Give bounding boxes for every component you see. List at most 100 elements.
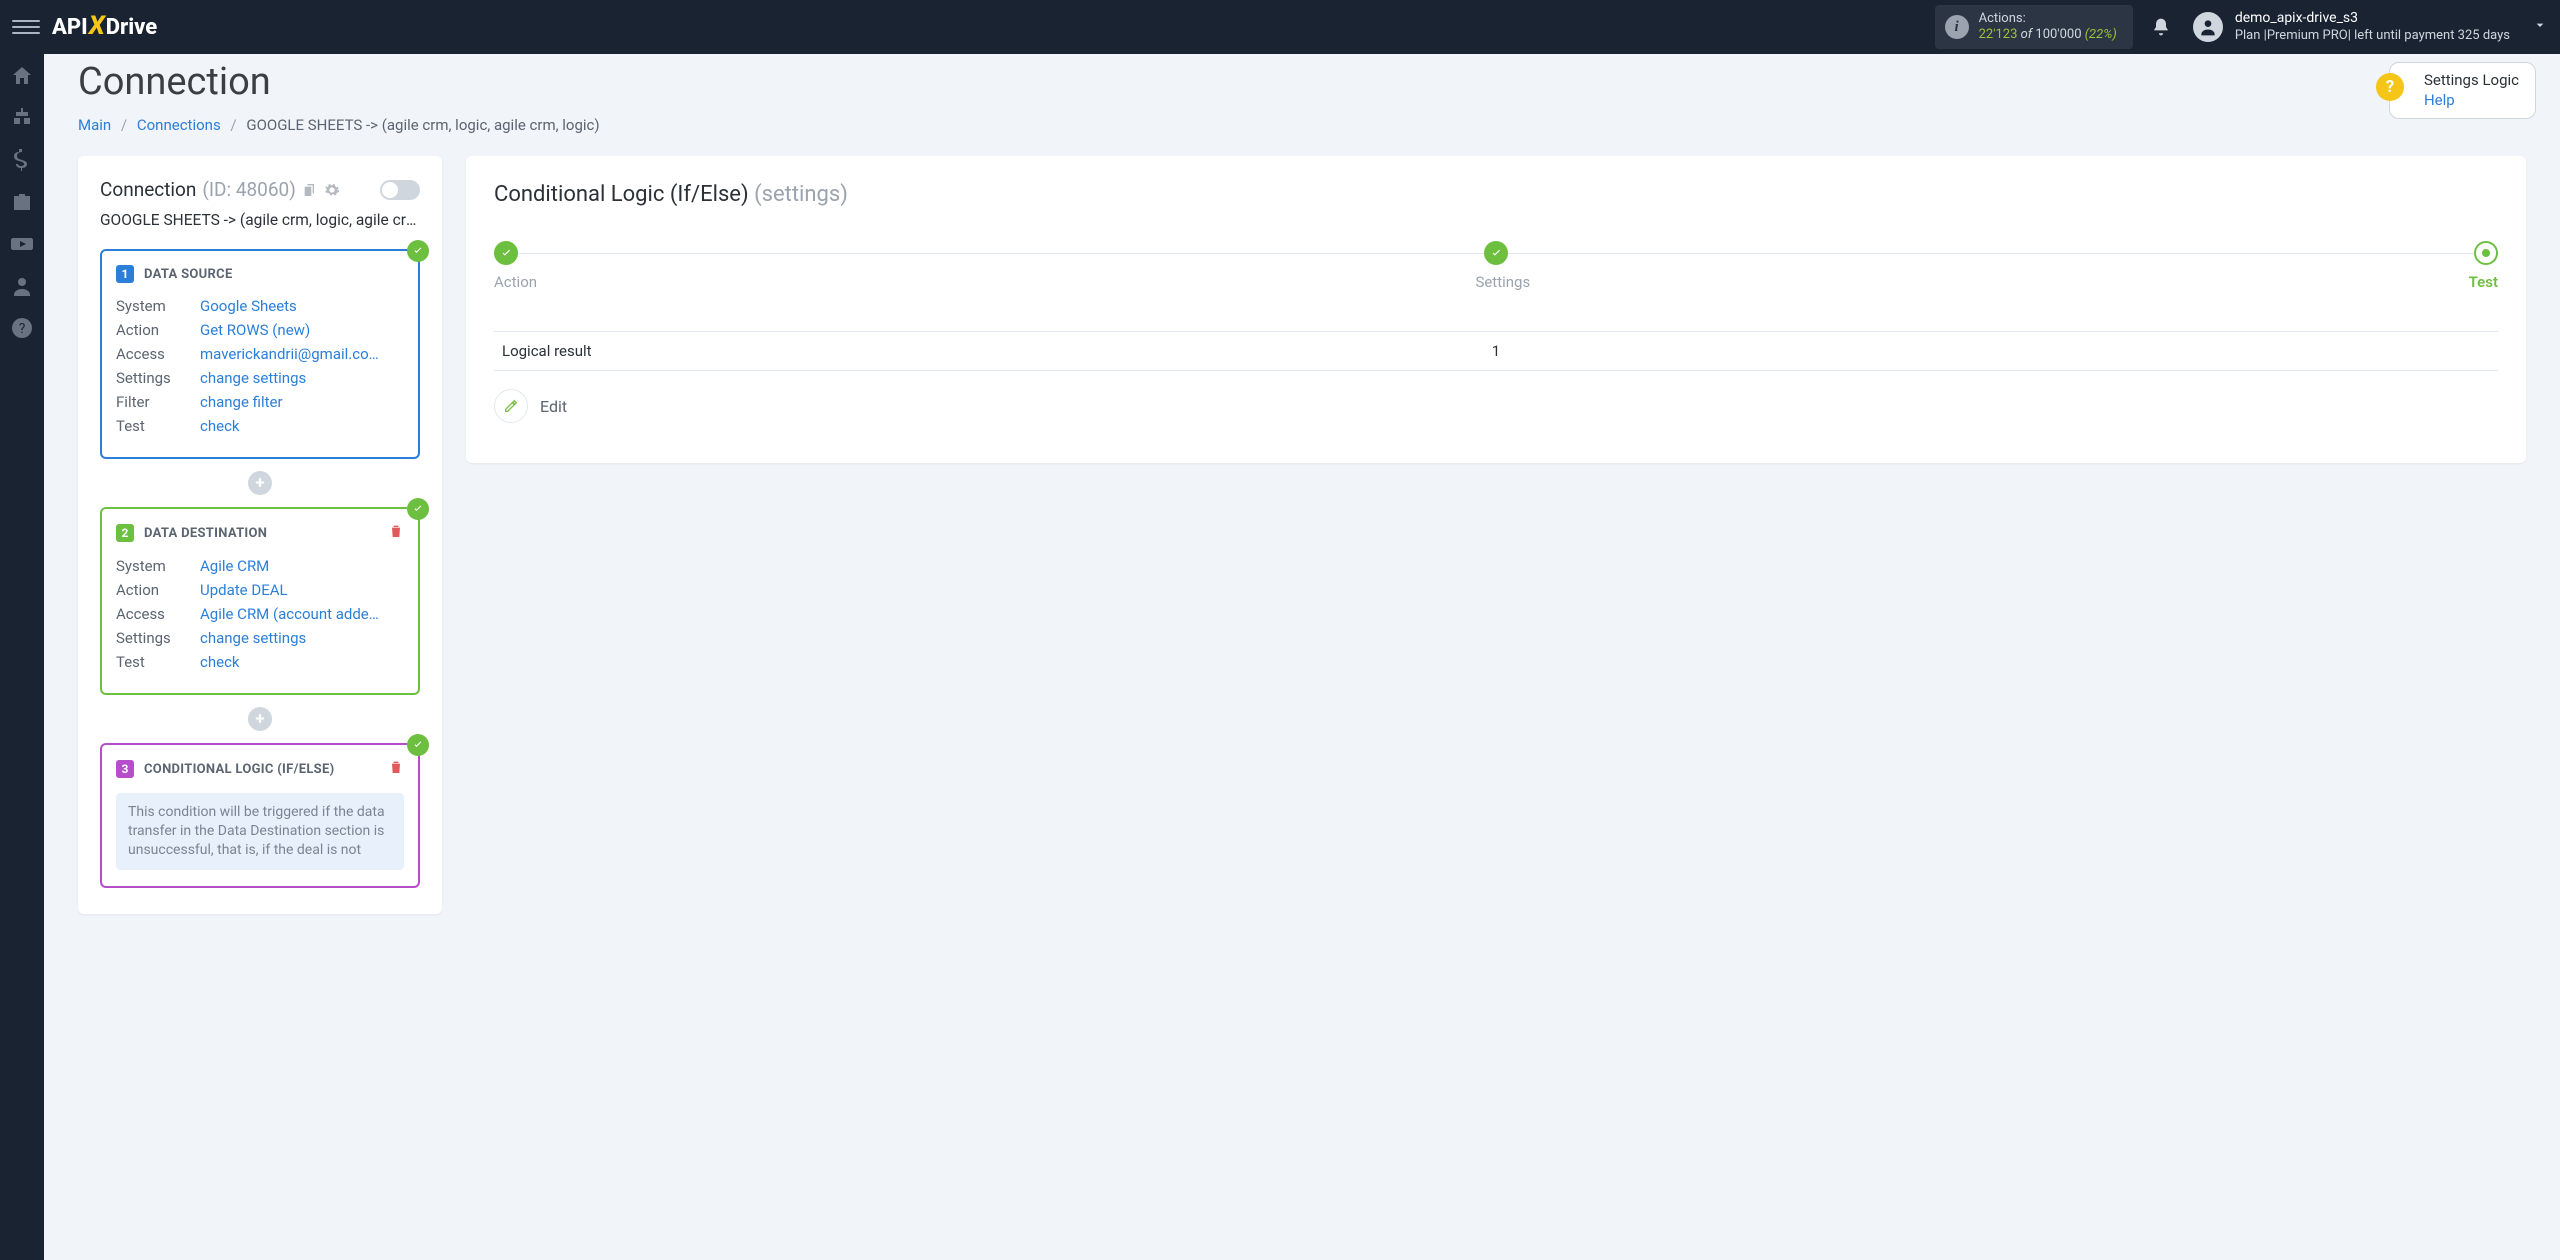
- step-label-test: Test: [2469, 273, 2498, 291]
- brand-logo[interactable]: APIXDrive: [52, 12, 157, 42]
- step-number-3: 3: [116, 760, 134, 778]
- check-icon: [407, 240, 429, 262]
- page: Connection Main / Connections / GOOGLE S…: [44, 60, 2560, 954]
- k-system: System: [116, 297, 200, 315]
- k-action: Action: [116, 321, 200, 339]
- step-dot-test[interactable]: [2474, 241, 2498, 265]
- v-action[interactable]: Update DEAL: [200, 581, 288, 599]
- gear-icon[interactable]: [324, 182, 340, 198]
- connection-id: (ID: 48060): [202, 178, 295, 201]
- plan-line: Plan |Premium PRO| left until payment 32…: [2235, 28, 2510, 44]
- v-system[interactable]: Google Sheets: [200, 297, 297, 315]
- dollar-icon[interactable]: [10, 148, 34, 172]
- actions-of: of: [2017, 27, 2035, 42]
- v-filter[interactable]: change filter: [200, 393, 283, 411]
- step-number-1: 1: [116, 265, 134, 283]
- k-access: Access: [116, 345, 200, 363]
- v-access[interactable]: maverickandrii@gmail.com: [200, 345, 380, 363]
- step3-title: CONDITIONAL LOGIC (IF/ELSE): [144, 762, 334, 777]
- step-dot-settings[interactable]: [1484, 241, 1508, 265]
- add-step-button[interactable]: +: [248, 471, 272, 495]
- step-data-destination[interactable]: 2 DATA DESTINATION SystemAgile CRM Actio…: [100, 507, 420, 695]
- crumb-main[interactable]: Main: [78, 116, 111, 134]
- home-icon[interactable]: [10, 64, 34, 88]
- connection-name: GOOGLE SHEETS -> (agile crm, logic, agil…: [100, 211, 420, 229]
- brand-p2: Drive: [106, 15, 157, 40]
- avatar-icon[interactable]: [2193, 12, 2223, 42]
- result-value: 1: [1492, 342, 1500, 360]
- actions-label: Actions:: [1979, 11, 2117, 27]
- sidebar: ?: [0, 54, 44, 1260]
- question-icon[interactable]: ?: [10, 316, 34, 340]
- user-icon[interactable]: [10, 274, 34, 298]
- right-title: Conditional Logic (If/Else): [494, 182, 754, 207]
- step-conditional-logic[interactable]: 3 CONDITIONAL LOGIC (IF/ELSE) This condi…: [100, 743, 420, 888]
- actions-used: 22'123: [1979, 27, 2018, 42]
- help-popover: ? Settings Logic Help: [2389, 62, 2536, 119]
- k-access: Access: [116, 605, 200, 623]
- brand-p1: API: [52, 15, 88, 40]
- check-icon: [407, 734, 429, 756]
- briefcase-icon[interactable]: [10, 190, 34, 214]
- bell-icon[interactable]: [2151, 17, 2171, 37]
- k-test: Test: [116, 653, 200, 671]
- help-link[interactable]: Help: [2424, 91, 2519, 111]
- v-test[interactable]: check: [200, 653, 240, 671]
- page-title: Connection: [78, 60, 2526, 104]
- k-test: Test: [116, 417, 200, 435]
- edit-button[interactable]: [494, 389, 528, 423]
- connection-toggle[interactable]: [380, 180, 420, 200]
- trash-icon[interactable]: [388, 759, 404, 779]
- sitemap-icon[interactable]: [10, 106, 34, 130]
- step-number-2: 2: [116, 524, 134, 542]
- condition-note: This condition will be triggered if the …: [116, 793, 404, 870]
- step-label-settings: Settings: [1475, 273, 1530, 291]
- v-settings[interactable]: change settings: [200, 629, 306, 647]
- youtube-icon[interactable]: [10, 232, 34, 256]
- step-dot-action[interactable]: [494, 241, 518, 265]
- wizard-stepper: [494, 241, 2498, 265]
- trash-icon[interactable]: [388, 523, 404, 543]
- crumb-sep: /: [115, 116, 133, 134]
- svg-text:?: ?: [19, 321, 26, 337]
- menu-toggle[interactable]: [12, 13, 40, 41]
- k-settings: Settings: [116, 629, 200, 647]
- right-subtitle: (settings): [754, 182, 848, 207]
- actions-usage[interactable]: i Actions: 22'123 of 100'000 (22%): [1935, 5, 2133, 50]
- result-row: Logical result 1: [494, 331, 2498, 371]
- check-icon: [407, 498, 429, 520]
- add-step-button[interactable]: +: [248, 707, 272, 731]
- actions-pct: (22%): [2082, 27, 2117, 42]
- crumb-sep: /: [224, 116, 242, 134]
- k-settings: Settings: [116, 369, 200, 387]
- v-access[interactable]: Agile CRM (account added 03: [200, 605, 380, 623]
- help-title: Settings Logic: [2424, 71, 2519, 91]
- step-label-action: Action: [494, 273, 537, 291]
- brand-x: X: [88, 11, 106, 41]
- v-action[interactable]: Get ROWS (new): [200, 321, 310, 339]
- actions-text: Actions: 22'123 of 100'000 (22%): [1979, 11, 2117, 44]
- user-name: demo_apix-drive_s3: [2235, 10, 2510, 28]
- step-data-source[interactable]: 1 DATA SOURCE SystemGoogle Sheets Action…: [100, 249, 420, 459]
- help-question-icon[interactable]: ?: [2376, 73, 2404, 101]
- user-block[interactable]: demo_apix-drive_s3 Plan |Premium PRO| le…: [2235, 10, 2510, 44]
- v-test[interactable]: check: [200, 417, 240, 435]
- v-settings[interactable]: change settings: [200, 369, 306, 387]
- crumb-connections[interactable]: Connections: [137, 116, 221, 134]
- step1-title: DATA SOURCE: [144, 267, 233, 282]
- k-action: Action: [116, 581, 200, 599]
- v-system[interactable]: Agile CRM: [200, 557, 269, 575]
- breadcrumb: Main / Connections / GOOGLE SHEETS -> (a…: [78, 116, 2526, 134]
- actions-total: 100'000: [2035, 27, 2081, 42]
- edit-label: Edit: [540, 397, 567, 416]
- connection-card: Connection (ID: 48060) GOOGLE SHEETS -> …: [78, 156, 442, 914]
- step2-title: DATA DESTINATION: [144, 526, 267, 541]
- info-icon: i: [1945, 15, 1969, 39]
- logic-settings-card: Conditional Logic (If/Else) (settings) A…: [466, 156, 2526, 463]
- k-system: System: [116, 557, 200, 575]
- k-filter: Filter: [116, 393, 200, 411]
- result-label: Logical result: [502, 342, 592, 360]
- chevron-down-icon[interactable]: [2532, 17, 2548, 37]
- topbar: APIXDrive i Actions: 22'123 of 100'000 (…: [0, 0, 2560, 54]
- copy-icon[interactable]: [302, 182, 318, 198]
